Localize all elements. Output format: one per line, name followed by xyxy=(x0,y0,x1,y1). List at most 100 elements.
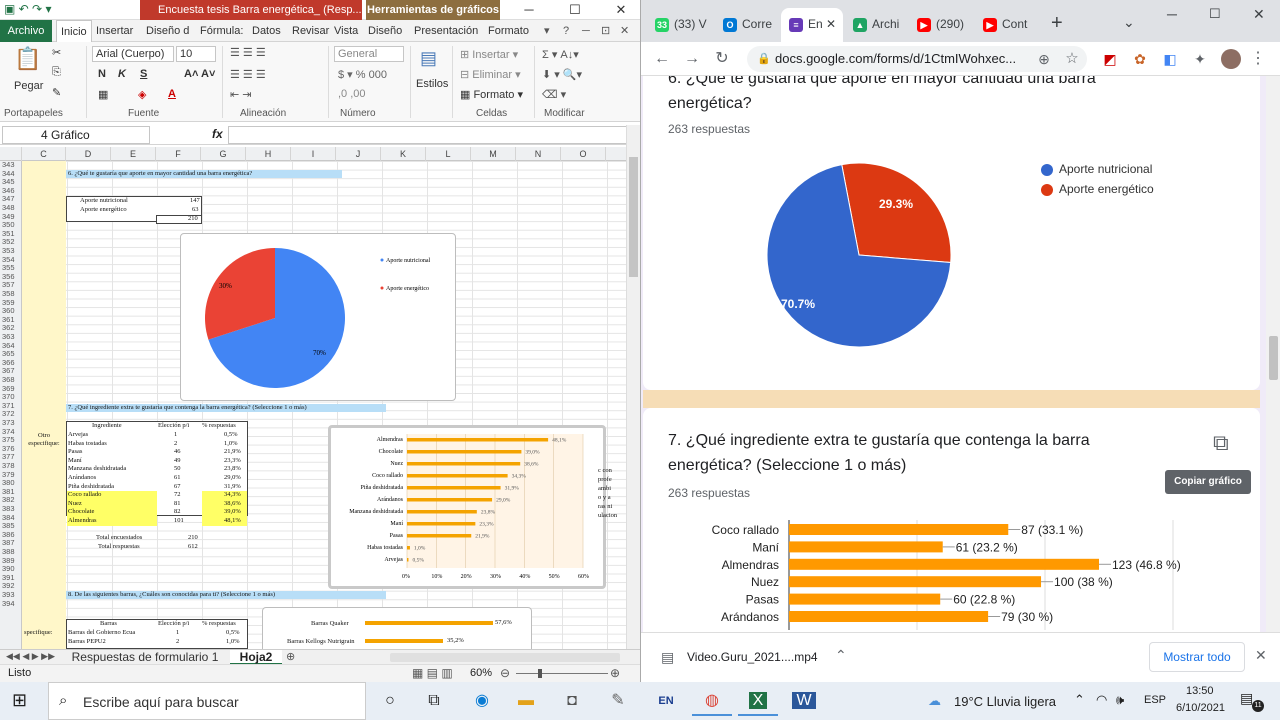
close-download-icon[interactable]: ✕ xyxy=(1255,647,1267,664)
ribbon-ctrl-icon-3[interactable]: ⊡ xyxy=(597,20,614,42)
fx-icon[interactable]: fx xyxy=(212,127,223,141)
cell-aporte-energetico[interactable]: Aporte energético xyxy=(80,206,127,214)
tab-close-icon[interactable]: ✕ xyxy=(823,17,836,31)
ribbon-tab-1[interactable]: Inicio xyxy=(56,20,92,42)
q7-row-6-pct[interactable]: 31,9% xyxy=(224,483,241,491)
back-icon[interactable]: ← xyxy=(651,48,673,70)
q7-row-3-count[interactable]: 49 xyxy=(174,457,181,465)
browser-tab-5[interactable]: ▶ Cont xyxy=(975,8,1041,42)
excel-bar-1[interactable] xyxy=(407,450,522,454)
extensions-puzzle-icon[interactable]: ✦ xyxy=(1189,48,1211,70)
ribbon-tab-5[interactable]: Datos xyxy=(248,20,285,42)
cell-aporte-nutricional[interactable]: Aporte nutricional xyxy=(80,197,128,205)
cell-210[interactable]: 210 xyxy=(188,215,198,223)
q8-col-barras[interactable]: Barras xyxy=(100,620,117,628)
q7-bar-4[interactable] xyxy=(789,593,941,605)
excel-vertical-scrollbar[interactable] xyxy=(626,125,640,649)
q7-row-4-name[interactable]: Manzana deshidratada xyxy=(68,465,126,473)
q8-row-0-count[interactable]: 1 xyxy=(176,629,179,637)
q7-row-5-pct[interactable]: 29,0% xyxy=(224,474,241,482)
save-icon[interactable]: ▣ ↶ ↷ ▾ xyxy=(4,2,51,16)
worksheet-grid[interactable]: 6. ¿Qué te gustaría que aporte en mayor … xyxy=(22,161,626,649)
browser-tab-0[interactable]: 33 (33) V xyxy=(647,8,713,42)
excel-bar-6[interactable] xyxy=(407,510,477,514)
styles-button[interactable]: Estilos xyxy=(416,78,448,90)
excel-bar-5[interactable] xyxy=(407,498,493,502)
autosum-icon[interactable]: Σ ▾ A↓▾ xyxy=(542,48,579,61)
q6-sheet-header[interactable]: 6. ¿Qué te gustaría que aporte en mayor … xyxy=(66,170,342,178)
q7-row-1-count[interactable]: 2 xyxy=(174,440,177,448)
reload-icon[interactable]: ↻ xyxy=(711,48,733,70)
q7-total-respuestas-val[interactable]: 612 xyxy=(188,543,198,551)
q7-row-9-pct[interactable]: 39,0% xyxy=(224,508,241,516)
zoom-slider[interactable] xyxy=(516,673,608,674)
cut-icon[interactable]: ✂ xyxy=(52,46,61,59)
q7-col-ingrediente[interactable]: Ingrediente xyxy=(92,422,122,430)
bookmark-star-icon[interactable]: ☆ xyxy=(1061,48,1083,70)
q7-row-7-pct[interactable]: 34,3% xyxy=(224,491,241,499)
q7-bar-0[interactable] xyxy=(789,524,1009,535)
name-box[interactable]: 4 Gráfico xyxy=(2,126,150,144)
language-en-icon[interactable]: EN xyxy=(646,686,686,716)
cell-147[interactable]: 147 xyxy=(190,197,200,205)
align-left-icon[interactable]: ☰ ☰ ☰ xyxy=(230,68,266,81)
q7-row-0-name[interactable]: Arvejas xyxy=(68,431,88,439)
ribbon-tab-10[interactable]: Formato xyxy=(484,20,533,42)
q7-total-respuestas[interactable]: Total respuestas xyxy=(98,543,140,551)
q8-row-1-count[interactable]: 2 xyxy=(176,638,179,646)
q7-row-2-pct[interactable]: 21,9% xyxy=(224,448,241,456)
ribbon-ctrl-icon-2[interactable]: ─ xyxy=(578,20,594,42)
excel-bar-3[interactable] xyxy=(407,474,508,478)
cortana-icon[interactable]: ○ xyxy=(370,686,410,716)
q6-pie-slice-1[interactable] xyxy=(841,162,952,264)
q7-row-8-name[interactable]: Nuez xyxy=(68,500,82,508)
ribbon-tab-6[interactable]: Revisar xyxy=(288,20,333,42)
row-header-394[interactable]: 394 xyxy=(0,599,21,609)
q7-bar-1[interactable] xyxy=(789,541,943,553)
underline-button[interactable]: S xyxy=(140,68,147,80)
decimal-icon[interactable]: ,0 ,00 xyxy=(338,88,366,100)
q7-row-8-count[interactable]: 81 xyxy=(174,500,181,508)
zoom-thumb[interactable] xyxy=(538,669,542,678)
font-name-select[interactable]: Arial (Cuerpo) xyxy=(92,46,174,62)
column-header-C[interactable]: C xyxy=(22,147,66,161)
sheet-tab-hoja2[interactable]: Hoja2 xyxy=(230,650,282,665)
column-header-D[interactable]: D xyxy=(66,147,111,161)
q7-bar-svg[interactable]: Coco rallado 87 (33.1 %) Maní 61 (23.2 %) Al… xyxy=(643,520,1260,630)
q7-row-8-pct[interactable]: 38,6% xyxy=(224,500,241,508)
excel-bar-10[interactable] xyxy=(407,558,409,562)
select-all-corner[interactable] xyxy=(0,147,22,161)
ribbon-tab-0[interactable]: Archivo xyxy=(0,20,52,42)
windows-start-icon[interactable]: ⊞ xyxy=(12,690,27,711)
tray-chevron-icon[interactable]: ⌃ xyxy=(1074,692,1085,708)
q7-row-1-name[interactable]: Habas tostadas xyxy=(68,440,107,448)
column-header-L[interactable]: L xyxy=(426,147,471,161)
column-header-F[interactable]: F xyxy=(156,147,201,161)
fill-icon[interactable]: ⬇ ▾ 🔍▾ xyxy=(542,68,582,81)
bold-button[interactable]: N xyxy=(98,68,106,80)
file-explorer-icon[interactable]: ▬ xyxy=(506,686,546,716)
font-color-icon[interactable]: A xyxy=(168,88,176,100)
q7-row-7-count[interactable]: 72 xyxy=(174,491,181,499)
new-sheet-icon[interactable]: ⊕ xyxy=(286,650,295,663)
excel-bar-4[interactable] xyxy=(407,486,501,490)
excel-bar-9[interactable] xyxy=(407,546,410,550)
q7-row-0-pct[interactable]: 0,5% xyxy=(224,431,238,439)
browser-close-icon[interactable]: ✕ xyxy=(1253,6,1265,23)
column-header-I[interactable]: I xyxy=(291,147,336,161)
ribbon-tab-9[interactable]: Presentación xyxy=(410,20,482,42)
q7-row-6-name[interactable]: Piña deshidratada xyxy=(68,483,114,491)
browser-minimize-icon[interactable]: ─ xyxy=(1167,6,1177,22)
q8-row-0-name[interactable]: Barras del Gobierno Ecua xyxy=(68,629,135,637)
zoom-level[interactable]: 60% xyxy=(470,667,492,679)
q7-row-9-name[interactable]: Chocolate xyxy=(68,508,94,516)
browser-tab-1[interactable]: O Corre xyxy=(715,8,779,42)
excel-bar-8[interactable] xyxy=(407,534,472,538)
align-top-icon[interactable]: ☰ ☰ ☰ xyxy=(230,46,266,59)
excel-scroll-thumb[interactable] xyxy=(629,157,638,277)
browser-scroll-thumb[interactable] xyxy=(1269,336,1278,380)
camera-icon[interactable]: ◘ xyxy=(552,686,592,716)
wifi-icon[interactable]: ◠ xyxy=(1096,692,1107,708)
q7-row-6-count[interactable]: 67 xyxy=(174,483,181,491)
q7-row-1-pct[interactable]: 1,0% xyxy=(224,440,238,448)
